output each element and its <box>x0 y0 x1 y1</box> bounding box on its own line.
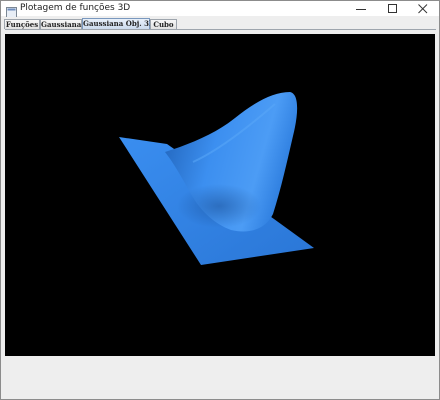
minimize-icon <box>356 9 366 10</box>
tab-funcoes[interactable]: Funções <box>4 19 40 29</box>
title-bar[interactable]: Plotagem de funções 3D <box>1 1 439 18</box>
application-window: Plotagem de funções 3D Funções Gaussiana… <box>0 0 440 400</box>
tab-divider <box>5 29 436 30</box>
java-app-icon <box>6 3 17 18</box>
window-title: Plotagem de funções 3D <box>20 3 131 13</box>
close-icon <box>418 4 428 14</box>
minimize-button[interactable] <box>345 1 377 16</box>
tab-gaussiana[interactable]: Gaussiana <box>40 19 82 29</box>
maximize-button[interactable] <box>377 1 409 16</box>
close-button[interactable] <box>407 1 439 16</box>
gaussian-surface <box>119 92 314 265</box>
surface-shadow <box>177 184 261 228</box>
tab-cubo[interactable]: Cubo <box>150 19 177 29</box>
maximize-icon <box>388 4 397 13</box>
render-canvas[interactable] <box>5 34 435 356</box>
